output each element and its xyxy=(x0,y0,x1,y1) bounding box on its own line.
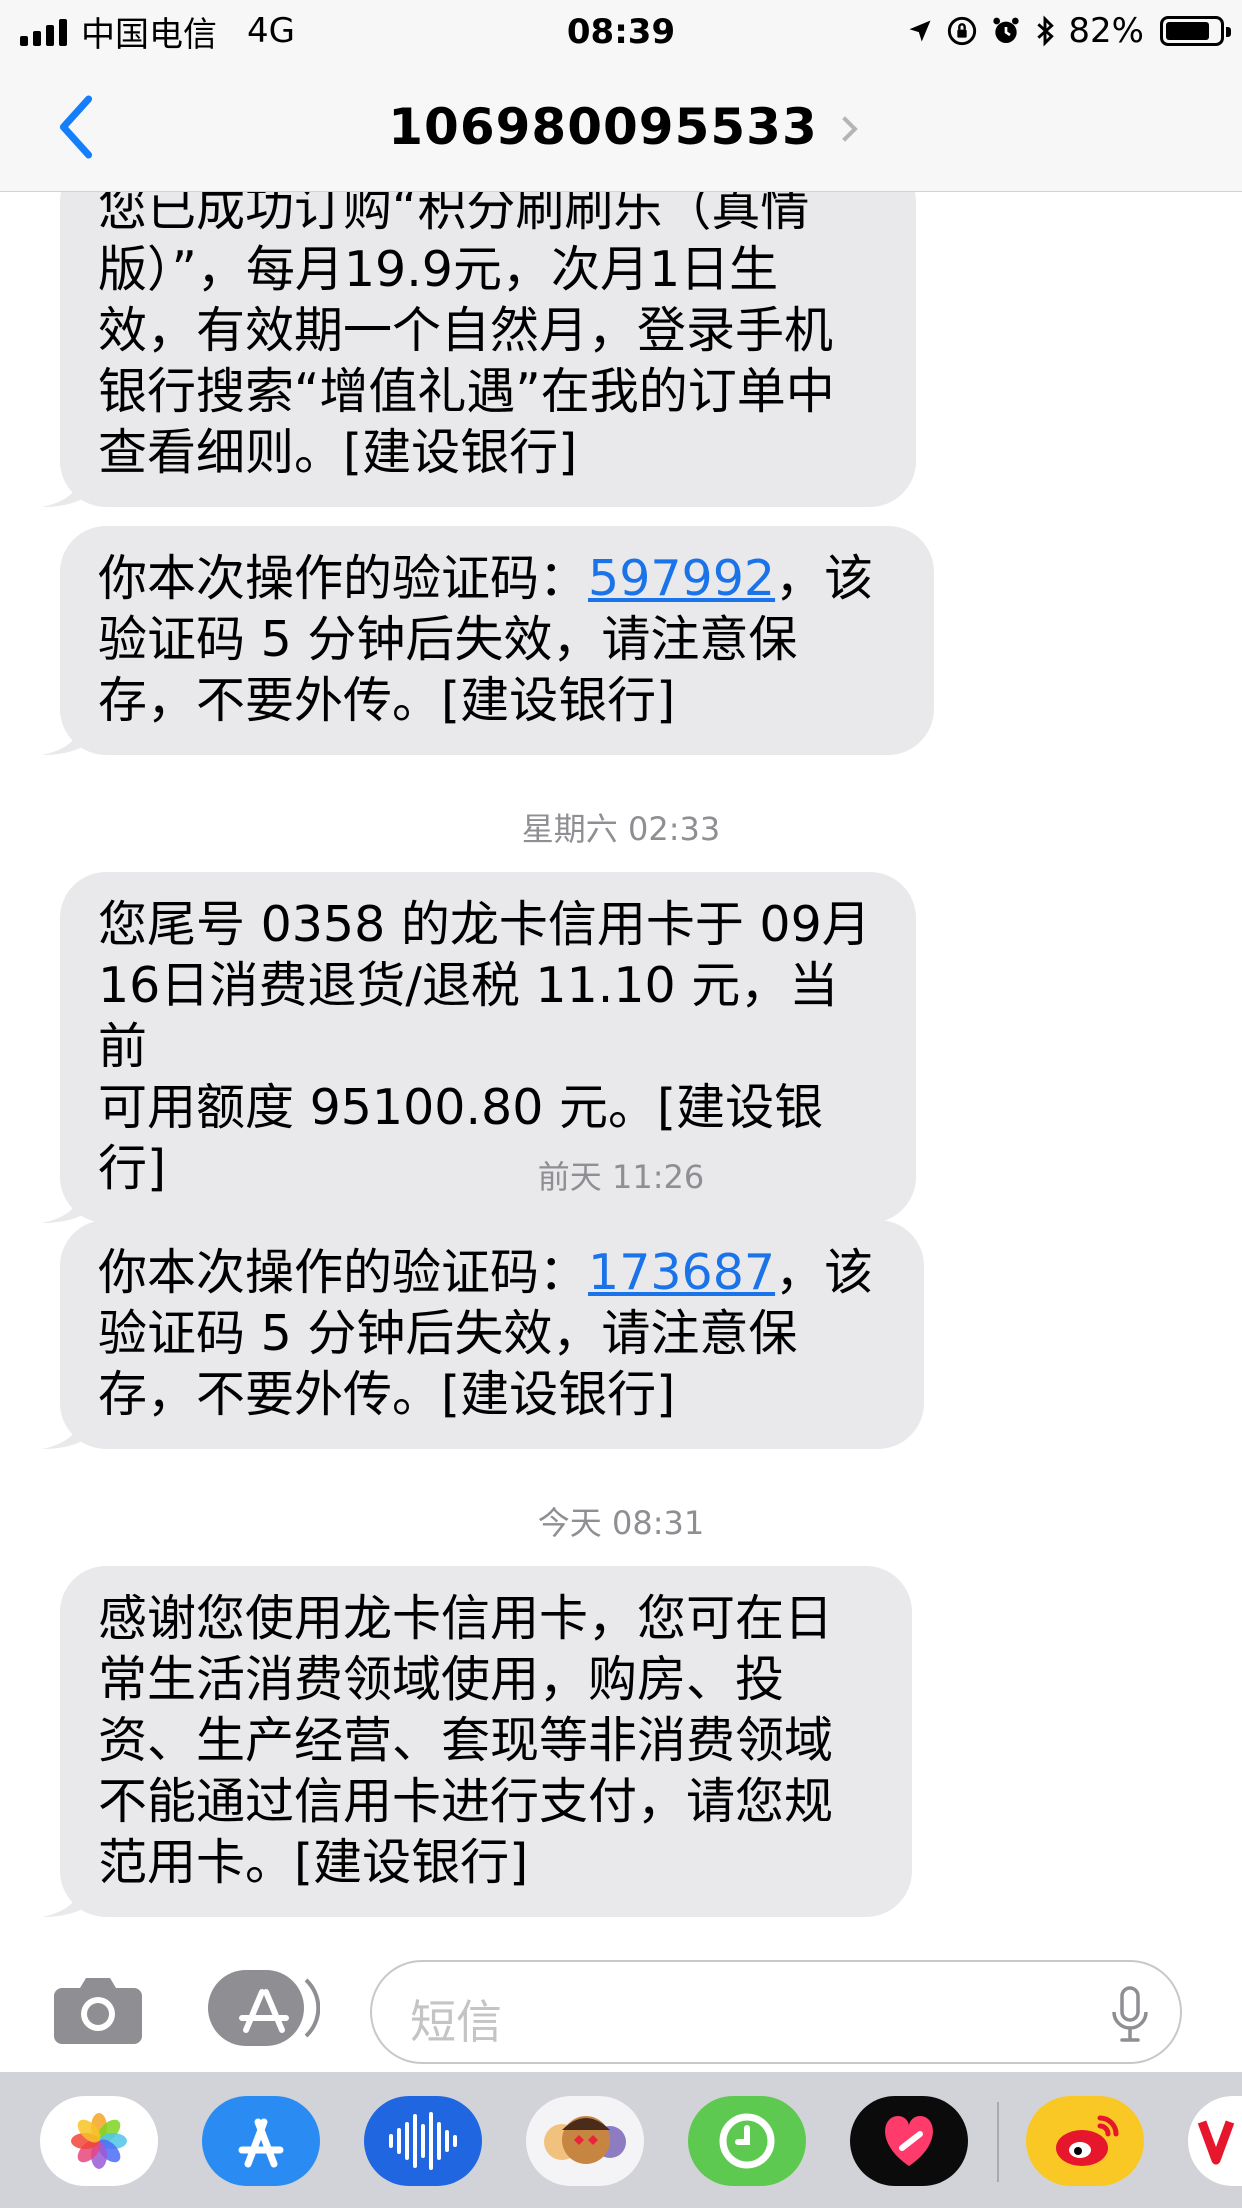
status-bar: 中国电信 4G 08:39 82% xyxy=(0,0,1242,62)
battery-level xyxy=(1166,22,1209,40)
app-drawer xyxy=(0,2072,1242,2208)
weibo-app-icon[interactable] xyxy=(1026,2096,1144,2186)
message-line: 范用卡。[建设银行] xyxy=(98,1834,529,1891)
partial-app-icon[interactable] xyxy=(1188,2096,1242,2186)
bubble-tail xyxy=(42,467,86,507)
message-text: 你本次操作的验证码： xyxy=(98,1244,589,1301)
camera-icon[interactable] xyxy=(52,1974,144,2044)
bubble-tail xyxy=(42,715,86,755)
message-input[interactable]: 短信 xyxy=(370,1960,1182,2064)
message-line: 验证码 5 分钟后失效，请注意保 xyxy=(98,1305,798,1362)
message-line: 感谢您使用龙卡信用卡，您可在日 xyxy=(98,1590,834,1647)
app-store-app-icon[interactable] xyxy=(202,2096,320,2186)
digital-touch-app-icon[interactable] xyxy=(850,2096,968,2186)
message-line: 银行搜索“增值礼遇”在我的订单中 xyxy=(98,363,835,420)
memoji-app-icon[interactable] xyxy=(526,2096,644,2186)
message-line: 效，有效期一个自然月，登录手机 xyxy=(98,302,834,359)
message-timestamp: 今天 08:31 xyxy=(537,1504,705,1542)
message-input-placeholder: 短信 xyxy=(410,1995,502,2049)
message-line: 您已成功订购“积分刷刷乐（真情 xyxy=(98,192,810,237)
message-timestamp: 前天 11:26 xyxy=(537,1158,705,1196)
compose-bar: 短信 xyxy=(0,1932,1242,2072)
message-bubble[interactable]: 感谢您使用龙卡信用卡，您可在日 常生活消费领域使用，购房、投 资、生产经营、套现… xyxy=(42,1566,912,1917)
message-line: 存，不要外传。[建设银行] xyxy=(98,672,676,729)
battery-percentage: 82% xyxy=(1068,11,1144,51)
battery-icon xyxy=(1160,16,1231,46)
message-line: 版）”，每月19.9元，次月1日生 xyxy=(98,241,779,298)
message-text: ，该 xyxy=(775,1244,874,1301)
bubble-tail xyxy=(42,1409,86,1449)
app-store-icon[interactable] xyxy=(208,1970,320,2046)
alarm-icon xyxy=(993,17,1020,43)
message-list[interactable]: 您已成功订购“积分刷刷乐（真情 版）”，每月19.9元，次月1日生 效，有效期一… xyxy=(0,192,1242,1932)
status-bar-right: 82% xyxy=(906,10,1231,52)
message-line: 不能通过信用卡进行支付，请您规 xyxy=(98,1773,834,1830)
message-text: 你本次操作的验证码： xyxy=(98,550,589,607)
message-text: ，该 xyxy=(775,550,874,607)
message-line: 常生活消费领域使用，购房、投 xyxy=(98,1651,785,1708)
chevron-right-icon xyxy=(832,116,858,142)
message-line: 你本次操作的验证码：173687，该 xyxy=(98,1242,888,1303)
message-line: 验证码 5 分钟后失效，请注意保 xyxy=(98,611,798,668)
message-line: 你本次操作的验证码：597992，该 xyxy=(98,548,898,609)
message-line: 您尾号 0358 的龙卡信用卡于 09月 xyxy=(98,896,871,953)
photos-app-icon[interactable] xyxy=(40,2096,158,2186)
verification-code-link[interactable]: 173687 xyxy=(588,1244,775,1301)
verification-code-link[interactable]: 597992 xyxy=(588,550,775,607)
contact-number: 106980095533 xyxy=(388,98,818,156)
message-bubble[interactable]: 您已成功订购“积分刷刷乐（真情 版）”，每月19.9元，次月1日生 效，有效期一… xyxy=(42,192,916,507)
message-timestamp: 星期六 02:33 xyxy=(521,810,721,848)
microphone-icon[interactable] xyxy=(1110,1984,1150,2044)
message-bubble[interactable]: 你本次操作的验证码：597992，该 验证码 5 分钟后失效，请注意保 存，不要… xyxy=(42,526,934,755)
message-line: 查看细则。[建设银行] xyxy=(98,424,578,481)
message-line: 存，不要外传。[建设银行] xyxy=(98,1366,676,1423)
message-bubble[interactable]: 你本次操作的验证码：173687，该 验证码 5 分钟后失效，请注意保 存，不要… xyxy=(42,1220,924,1449)
activity-app-icon[interactable] xyxy=(688,2096,806,2186)
audio-app-icon[interactable] xyxy=(364,2096,482,2186)
orientation-lock-icon xyxy=(948,16,977,46)
message-line: 资、生产经营、套现等非消费领域 xyxy=(98,1712,834,1769)
contact-header-button[interactable]: 106980095533 xyxy=(0,98,1242,156)
app-drawer-divider xyxy=(997,2102,999,2182)
location-icon xyxy=(909,20,931,42)
bluetooth-icon xyxy=(1037,15,1055,47)
conversation-header: 106980095533 xyxy=(0,62,1242,192)
message-line: 16日消费退货/退税 11.10 元，当前 xyxy=(98,957,839,1075)
bubble-tail xyxy=(42,1877,86,1917)
